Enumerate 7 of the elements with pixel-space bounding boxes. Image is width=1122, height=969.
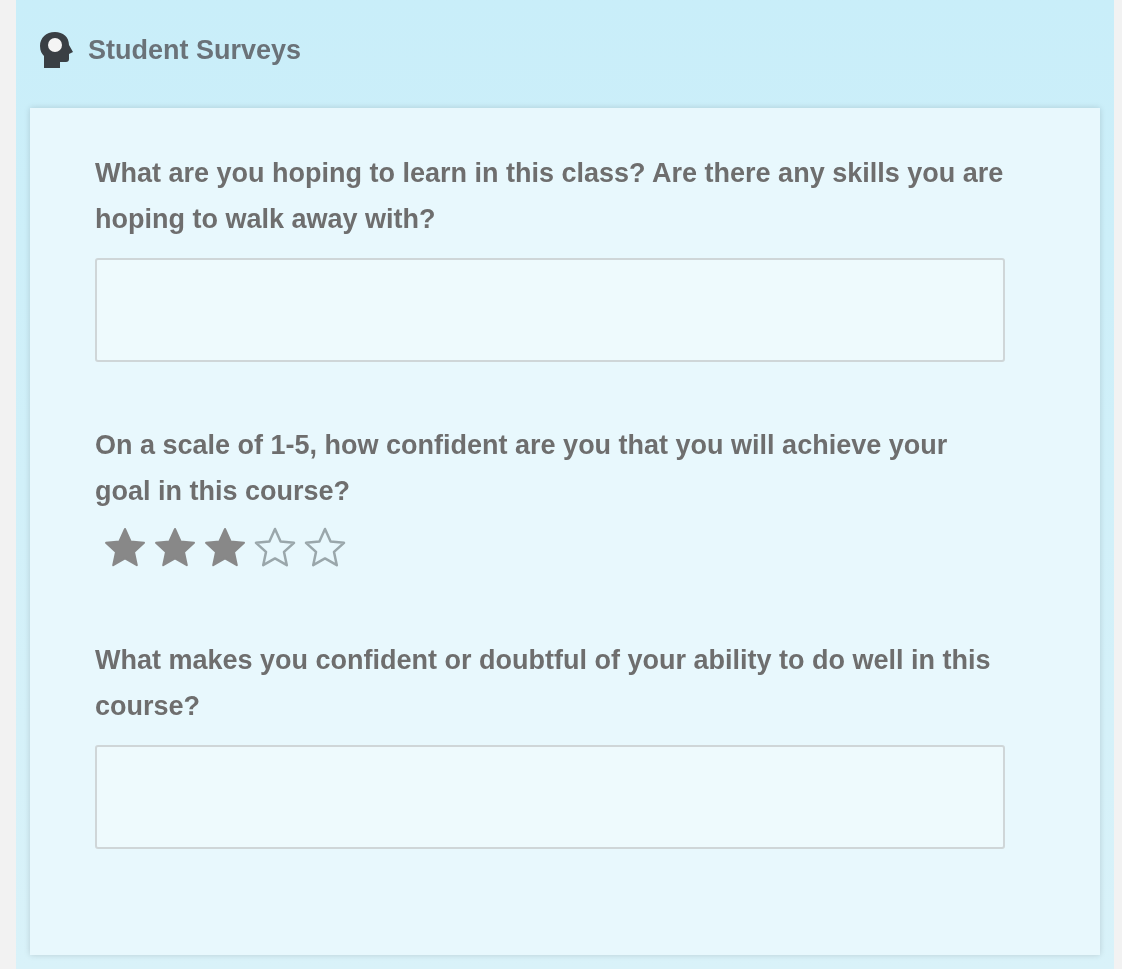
question-text: On a scale of 1-5, how confident are you that you will achieve your goal in this course? bbox=[95, 429, 949, 508]
question-text: What makes you confident or doubtful of your ability to do well in this course? bbox=[95, 644, 992, 723]
panel-title: Student Surveys bbox=[88, 33, 302, 67]
answer-field[interactable] bbox=[95, 745, 1005, 849]
question-text: What are you hoping to learn in this class? Are there any skills you are hoping to walk away with? bbox=[95, 157, 1005, 236]
head-icon bbox=[38, 30, 74, 70]
answer-field[interactable] bbox=[95, 258, 1005, 362]
